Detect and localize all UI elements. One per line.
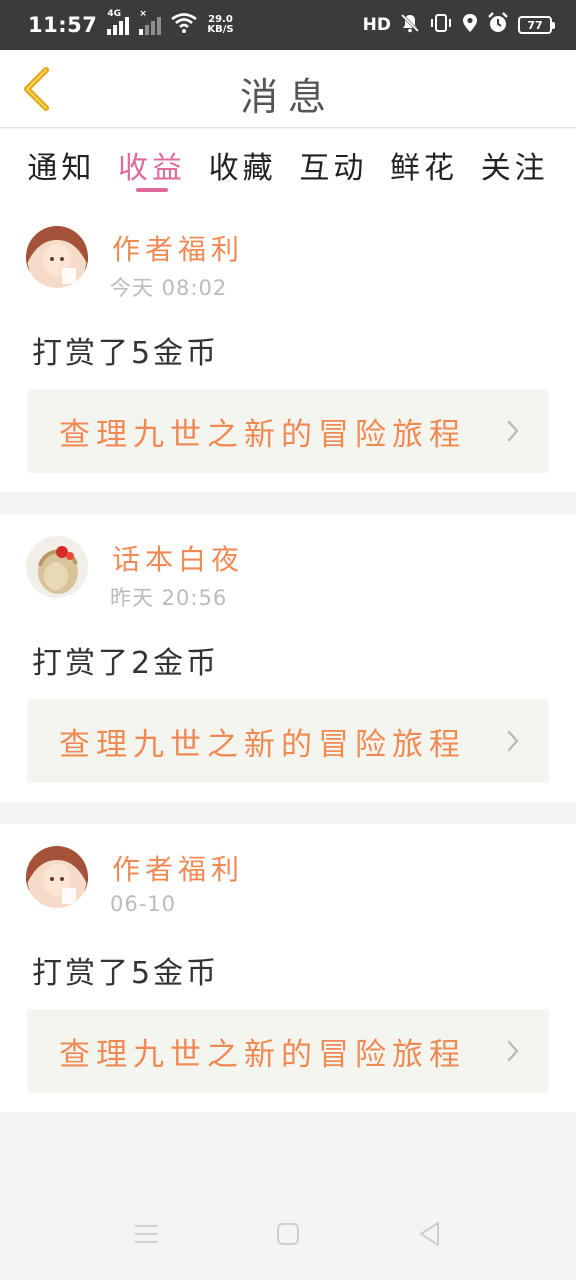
list-item: 话本白夜 昨天 20:56 打赏了2金币 查理九世之新的冒险旅程: [0, 514, 576, 802]
status-bar-right: HD 77: [362, 12, 555, 38]
list-item: 作者福利 今天 08:02 打赏了5金币 查理九世之新的冒险旅程: [0, 204, 576, 492]
message-time: 今天 08:02: [110, 276, 228, 300]
chevron-right-icon: [501, 1039, 525, 1063]
back-triangle-icon: [420, 1222, 439, 1246]
book-title: 查理九世之新的冒险旅程: [59, 1036, 466, 1073]
tab-favorites[interactable]: 收藏: [197, 129, 288, 204]
menu-button[interactable]: [131, 1219, 161, 1249]
speed-unit: KB/S: [207, 24, 234, 35]
network-tag: 4G: [107, 9, 122, 19]
book-title: 查理九世之新的冒险旅程: [59, 726, 466, 763]
alarm-icon: [487, 12, 509, 38]
sim2-tag: ×: [139, 9, 147, 19]
avatar[interactable]: [26, 846, 88, 908]
chevron-right-icon: [501, 419, 525, 443]
message-text: 打赏了5金币: [32, 956, 220, 991]
message-list: 作者福利 今天 08:02 打赏了5金币 查理九世之新的冒险旅程 话本白夜 昨天…: [0, 204, 576, 1134]
message-text: 打赏了2金币: [32, 646, 220, 681]
mute-bell-icon: [400, 13, 420, 37]
tab-notifications[interactable]: 通知: [16, 129, 107, 204]
chevron-right-icon: [501, 729, 525, 753]
sender-name[interactable]: 作者福利: [112, 228, 244, 268]
status-bar-left: 11:57 4G × 29.0 KB/S: [28, 9, 234, 37]
system-back-button[interactable]: [415, 1219, 445, 1249]
tab-bar: 通知 收益 收藏 互动 鲜花 关注: [0, 129, 576, 204]
list-item: 作者福利 06-10 打赏了5金币 查理九世之新的冒险旅程: [0, 824, 576, 1112]
network-speed: 29.0 KB/S: [207, 15, 233, 35]
status-time: 11:57: [28, 13, 98, 37]
sender-name[interactable]: 话本白夜: [112, 538, 244, 578]
wifi-icon: [171, 13, 198, 37]
top-header: 消息: [0, 50, 576, 128]
home-square-icon: [277, 1223, 299, 1245]
battery-icon: 77: [518, 16, 555, 34]
status-bar: 11:57 4G × 29.0 KB/S HD 77: [0, 0, 576, 50]
message-time: 06-10: [110, 892, 177, 916]
vibrate-icon: [429, 13, 453, 37]
menu-icon: [135, 1225, 157, 1243]
book-link[interactable]: 查理九世之新的冒险旅程: [27, 699, 549, 783]
message-time: 昨天 20:56: [110, 586, 228, 610]
book-link[interactable]: 查理九世之新的冒险旅程: [27, 389, 549, 473]
avatar[interactable]: [26, 226, 88, 288]
signal-sim2-icon: ×: [139, 9, 162, 35]
avatar[interactable]: [26, 536, 88, 598]
signal-4g-icon: 4G: [107, 9, 130, 35]
battery-level: 77: [527, 18, 543, 32]
tab-flowers[interactable]: 鲜花: [379, 129, 470, 204]
page-title: 消息: [239, 75, 336, 119]
location-icon: [462, 13, 478, 37]
tab-following[interactable]: 关注: [469, 129, 560, 204]
book-link[interactable]: 查理九世之新的冒险旅程: [27, 1009, 549, 1093]
message-text: 打赏了5金币: [32, 336, 220, 371]
home-button[interactable]: [273, 1219, 303, 1249]
tab-interactions[interactable]: 互动: [288, 129, 379, 204]
hd-label: HD: [362, 15, 391, 35]
system-nav-bar: [0, 1188, 576, 1280]
sender-name[interactable]: 作者福利: [112, 848, 244, 888]
tab-earnings[interactable]: 收益: [107, 129, 198, 204]
book-title: 查理九世之新的冒险旅程: [59, 416, 466, 453]
